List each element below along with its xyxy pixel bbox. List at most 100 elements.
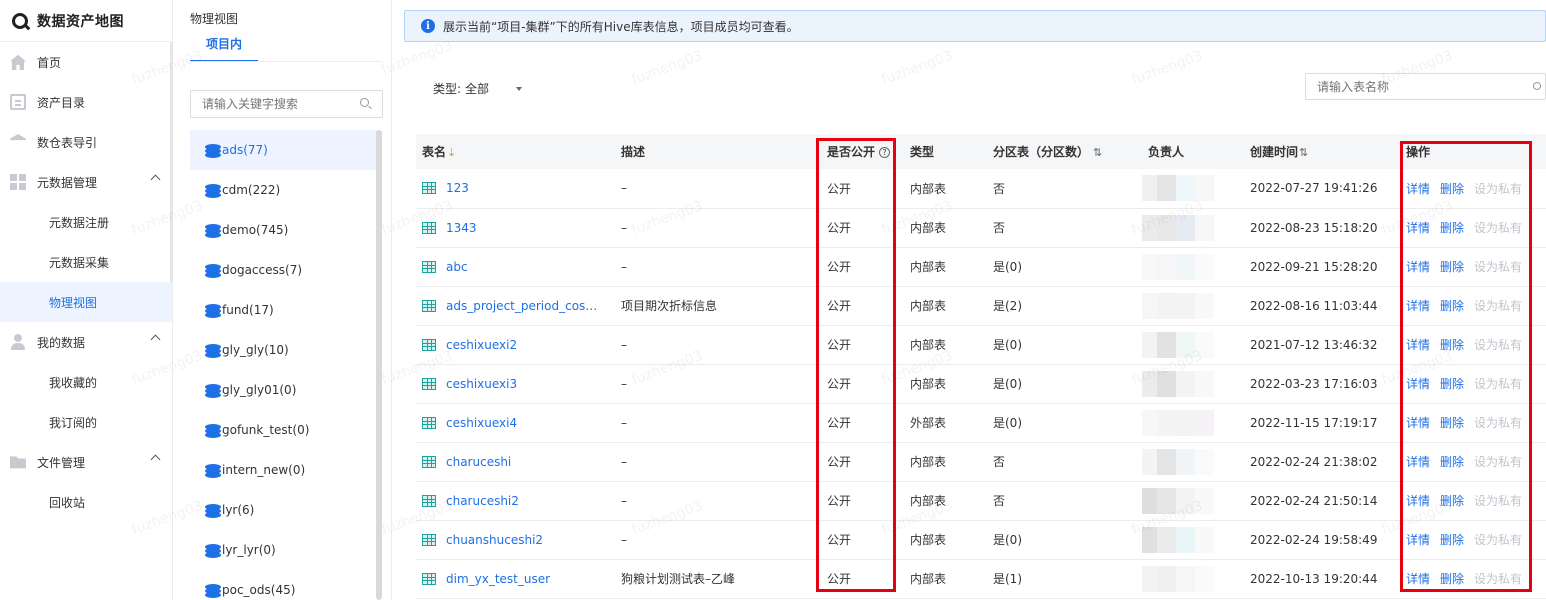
- database-item[interactable]: poc_ods(45): [190, 570, 377, 600]
- sidebar-item-warehouse-guide[interactable]: 数仓表导引: [0, 122, 172, 162]
- search-icon[interactable]: [1533, 82, 1541, 90]
- table-search-input[interactable]: [1305, 73, 1546, 100]
- delete-link[interactable]: 删除: [1440, 572, 1464, 586]
- set-private-link[interactable]: 设为私有: [1474, 377, 1522, 391]
- set-private-link[interactable]: 设为私有: [1474, 572, 1522, 586]
- table-name-link[interactable]: 123: [446, 181, 469, 195]
- owner-redacted: [1142, 331, 1214, 358]
- delete-link[interactable]: 删除: [1440, 182, 1464, 196]
- detail-link[interactable]: 详情: [1406, 299, 1430, 313]
- sidebar-item-home[interactable]: 首页: [0, 42, 172, 82]
- database-item[interactable]: gly_gly01(0): [190, 370, 377, 410]
- table-name-link[interactable]: dim_yx_test_user: [446, 572, 550, 586]
- cell-type: 内部表: [904, 442, 987, 482]
- sidebar-item-file-management[interactable]: 文件管理: [0, 442, 172, 482]
- sidebar-item-label: 我的数据: [37, 335, 86, 350]
- search-icon[interactable]: [360, 98, 369, 107]
- sidebar-item-recycle-bin[interactable]: 回收站: [0, 482, 172, 522]
- database-label: fund(17): [222, 303, 274, 317]
- set-private-link[interactable]: 设为私有: [1474, 299, 1522, 313]
- delete-link[interactable]: 删除: [1440, 377, 1464, 391]
- sidebar-scrollbar[interactable]: [170, 42, 173, 282]
- delete-link[interactable]: 删除: [1440, 260, 1464, 274]
- sidebar-item-metadata-management[interactable]: 元数据管理: [0, 162, 172, 202]
- table-name-link[interactable]: ads_project_period_cos…: [446, 299, 597, 313]
- table-name-link[interactable]: ceshixuexi4: [446, 416, 517, 430]
- database-item[interactable]: fund(17): [190, 290, 377, 330]
- set-private-link[interactable]: 设为私有: [1474, 416, 1522, 430]
- col-header-owner: 负责人: [1142, 134, 1244, 169]
- sidebar-item-physical-view[interactable]: 物理视图: [0, 282, 172, 322]
- set-private-link[interactable]: 设为私有: [1474, 533, 1522, 547]
- cell-created: 2022-08-23 15:18:20: [1244, 208, 1400, 248]
- detail-link[interactable]: 详情: [1406, 182, 1430, 196]
- sidebar-item-label: 元数据管理: [37, 175, 98, 190]
- table-name-link[interactable]: charuceshi: [446, 455, 511, 469]
- chevron-up-icon: [150, 174, 161, 185]
- tab-in-project[interactable]: 项目内: [190, 35, 258, 62]
- table-name-link[interactable]: ceshixuexi2: [446, 338, 517, 352]
- sidebar-item-favorites[interactable]: 我收藏的: [0, 362, 172, 402]
- col-header-created[interactable]: 创建时间⇅: [1244, 134, 1400, 169]
- detail-link[interactable]: 详情: [1406, 572, 1430, 586]
- table-name-link[interactable]: ceshixuexi3: [446, 377, 517, 391]
- sort-icon[interactable]: ⇅: [1093, 146, 1102, 159]
- set-private-link[interactable]: 设为私有: [1474, 338, 1522, 352]
- detail-link[interactable]: 详情: [1406, 377, 1430, 391]
- database-item[interactable]: gly_gly(10): [190, 330, 377, 370]
- database-item[interactable]: intern_new(0): [190, 450, 377, 490]
- table-name-link[interactable]: chuanshuceshi2: [446, 533, 543, 547]
- detail-link[interactable]: 详情: [1406, 260, 1430, 274]
- cell-ops: 详情 删除 设为私有: [1400, 325, 1546, 365]
- delete-link[interactable]: 删除: [1440, 299, 1464, 313]
- database-item[interactable]: dogaccess(7): [190, 250, 377, 290]
- database-item[interactable]: lyr(6): [190, 490, 377, 530]
- table-row: ads_project_period_cos… 项目期次折标信息 公开 内部表 是(2)…: [416, 286, 1546, 326]
- set-private-link[interactable]: 设为私有: [1474, 221, 1522, 235]
- sidebar-item-subscriptions[interactable]: 我订阅的: [0, 402, 172, 442]
- detail-link[interactable]: 详情: [1406, 455, 1430, 469]
- database-item[interactable]: demo(745): [190, 210, 377, 250]
- database-list-scrollbar[interactable]: [376, 130, 382, 600]
- sort-icon[interactable]: ⇅: [1299, 146, 1308, 159]
- col-header-partition[interactable]: 分区表（分区数） ⇅: [987, 134, 1142, 169]
- set-private-link[interactable]: 设为私有: [1474, 182, 1522, 196]
- cell-name: ads_project_period_cos…: [416, 286, 615, 326]
- table-row: ceshixuexi4 – 公开 外部表 是(0) 2022-11-15 17:19:17…: [416, 403, 1546, 443]
- database-item[interactable]: lyr_lyr(0): [190, 530, 377, 570]
- set-private-link[interactable]: 设为私有: [1474, 494, 1522, 508]
- brand[interactable]: 数据资产地图: [0, 0, 172, 42]
- detail-link[interactable]: 详情: [1406, 494, 1430, 508]
- help-icon[interactable]: ?: [879, 147, 891, 158]
- detail-link[interactable]: 详情: [1406, 416, 1430, 430]
- database-item[interactable]: gofunk_test(0): [190, 410, 377, 450]
- type-filter[interactable]: 类型: 全部: [433, 80, 523, 97]
- detail-link[interactable]: 详情: [1406, 338, 1430, 352]
- sidebar-item-asset-catalog[interactable]: 资产目录: [0, 82, 172, 122]
- sidebar-item-my-data[interactable]: 我的数据: [0, 322, 172, 362]
- sidebar-item-metadata-register[interactable]: 元数据注册: [0, 202, 172, 242]
- sidebar-item-metadata-collect[interactable]: 元数据采集: [0, 242, 172, 282]
- table-name-link[interactable]: 1343: [446, 221, 477, 235]
- detail-link[interactable]: 详情: [1406, 221, 1430, 235]
- cell-name: chuanshuceshi2: [416, 520, 615, 560]
- table-name-link[interactable]: abc: [446, 260, 468, 274]
- cell-partition: 否: [987, 481, 1142, 521]
- col-header-name[interactable]: 表名⇣: [416, 134, 615, 169]
- delete-link[interactable]: 删除: [1440, 455, 1464, 469]
- database-item[interactable]: cdm(222): [190, 170, 377, 210]
- delete-link[interactable]: 删除: [1440, 533, 1464, 547]
- database-search-input[interactable]: [190, 90, 383, 118]
- delete-link[interactable]: 删除: [1440, 416, 1464, 430]
- detail-link[interactable]: 详情: [1406, 533, 1430, 547]
- set-private-link[interactable]: 设为私有: [1474, 260, 1522, 274]
- set-private-link[interactable]: 设为私有: [1474, 455, 1522, 469]
- database-label: cdm(222): [222, 183, 281, 197]
- delete-link[interactable]: 删除: [1440, 494, 1464, 508]
- sort-icon[interactable]: ⇣: [447, 146, 456, 159]
- table-name-link[interactable]: charuceshi2: [446, 494, 519, 508]
- delete-link[interactable]: 删除: [1440, 338, 1464, 352]
- owner-redacted: [1142, 409, 1214, 436]
- delete-link[interactable]: 删除: [1440, 221, 1464, 235]
- database-item[interactable]: ads(77): [190, 130, 377, 170]
